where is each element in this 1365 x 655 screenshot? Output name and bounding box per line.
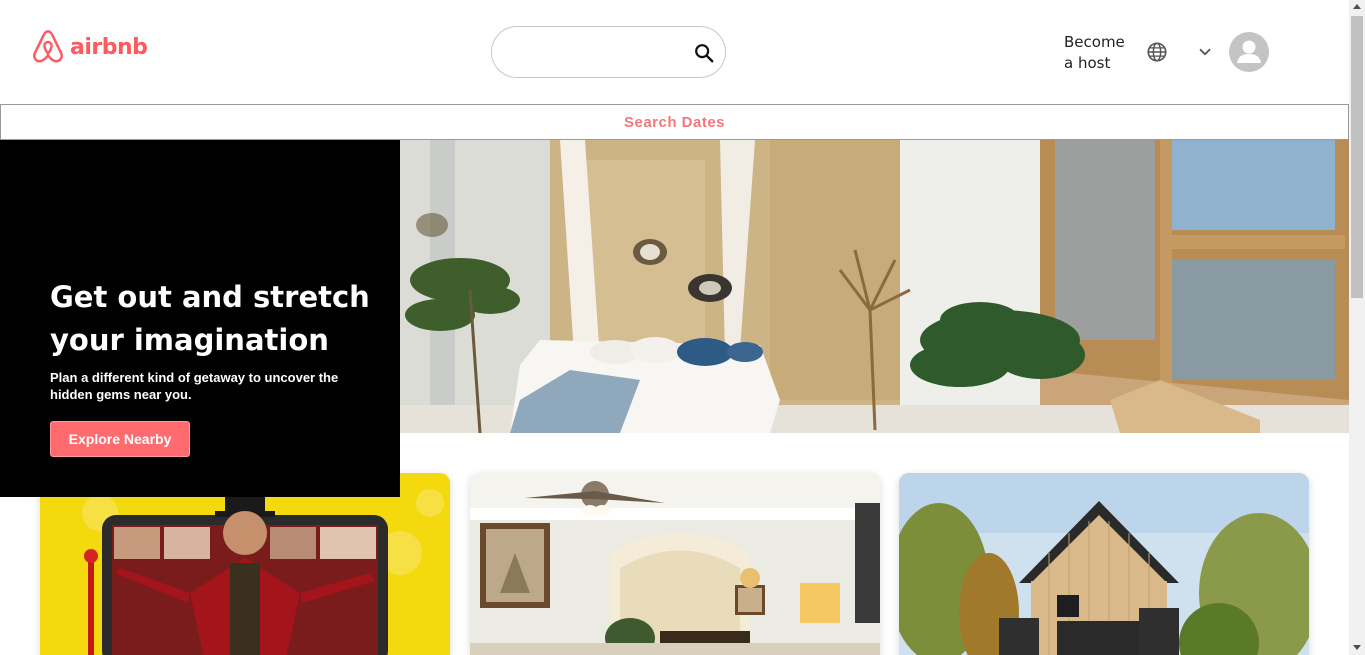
globe-icon[interactable] (1146, 41, 1168, 63)
search-dates-button[interactable]: Search Dates (0, 104, 1349, 140)
scrollbar-thumb[interactable] (1351, 16, 1363, 298)
scroll-down-arrow-icon[interactable] (1353, 645, 1361, 650)
experience-card-online[interactable] (40, 473, 450, 655)
stay-card-cabin[interactable] (899, 473, 1309, 655)
airbnb-logo-icon (33, 30, 63, 63)
apartment-living-room-photo (470, 473, 880, 655)
user-avatar-icon (1237, 40, 1261, 63)
user-avatar[interactable] (1229, 32, 1269, 72)
explore-nearby-button[interactable]: Explore Nearby (50, 421, 190, 457)
top-header: airbnb Become a host (0, 0, 1349, 104)
stay-card-apartment[interactable] (470, 473, 880, 655)
logo-wordmark: airbnb (70, 34, 148, 60)
hero-title: Get out and stretch your imagination (50, 280, 370, 357)
airbnb-logo[interactable]: airbnb (30, 28, 148, 66)
hero-subtitle: Plan a different kind of getaway to unco… (50, 370, 339, 402)
page-scrollbar[interactable] (1349, 0, 1365, 655)
search-input[interactable] (506, 39, 681, 67)
search-bar[interactable] (491, 26, 726, 78)
search-icon[interactable] (693, 42, 715, 64)
wooden-cabin-exterior-photo (899, 473, 1309, 655)
scroll-up-arrow-icon[interactable] (1353, 4, 1361, 9)
page: airbnb Become a host Search Dates Get ou… (0, 0, 1365, 655)
search-dates-label: Search Dates (623, 113, 726, 131)
become-host-link[interactable]: Become a host (1064, 32, 1125, 74)
online-experience-performer-photo (40, 473, 450, 655)
chevron-down-icon[interactable] (1196, 43, 1214, 61)
hero-panel: Get out and stretch your imagination Pla… (0, 140, 400, 497)
hero-bedroom-image (400, 140, 1349, 433)
bedroom-interior-photo (400, 140, 1349, 433)
